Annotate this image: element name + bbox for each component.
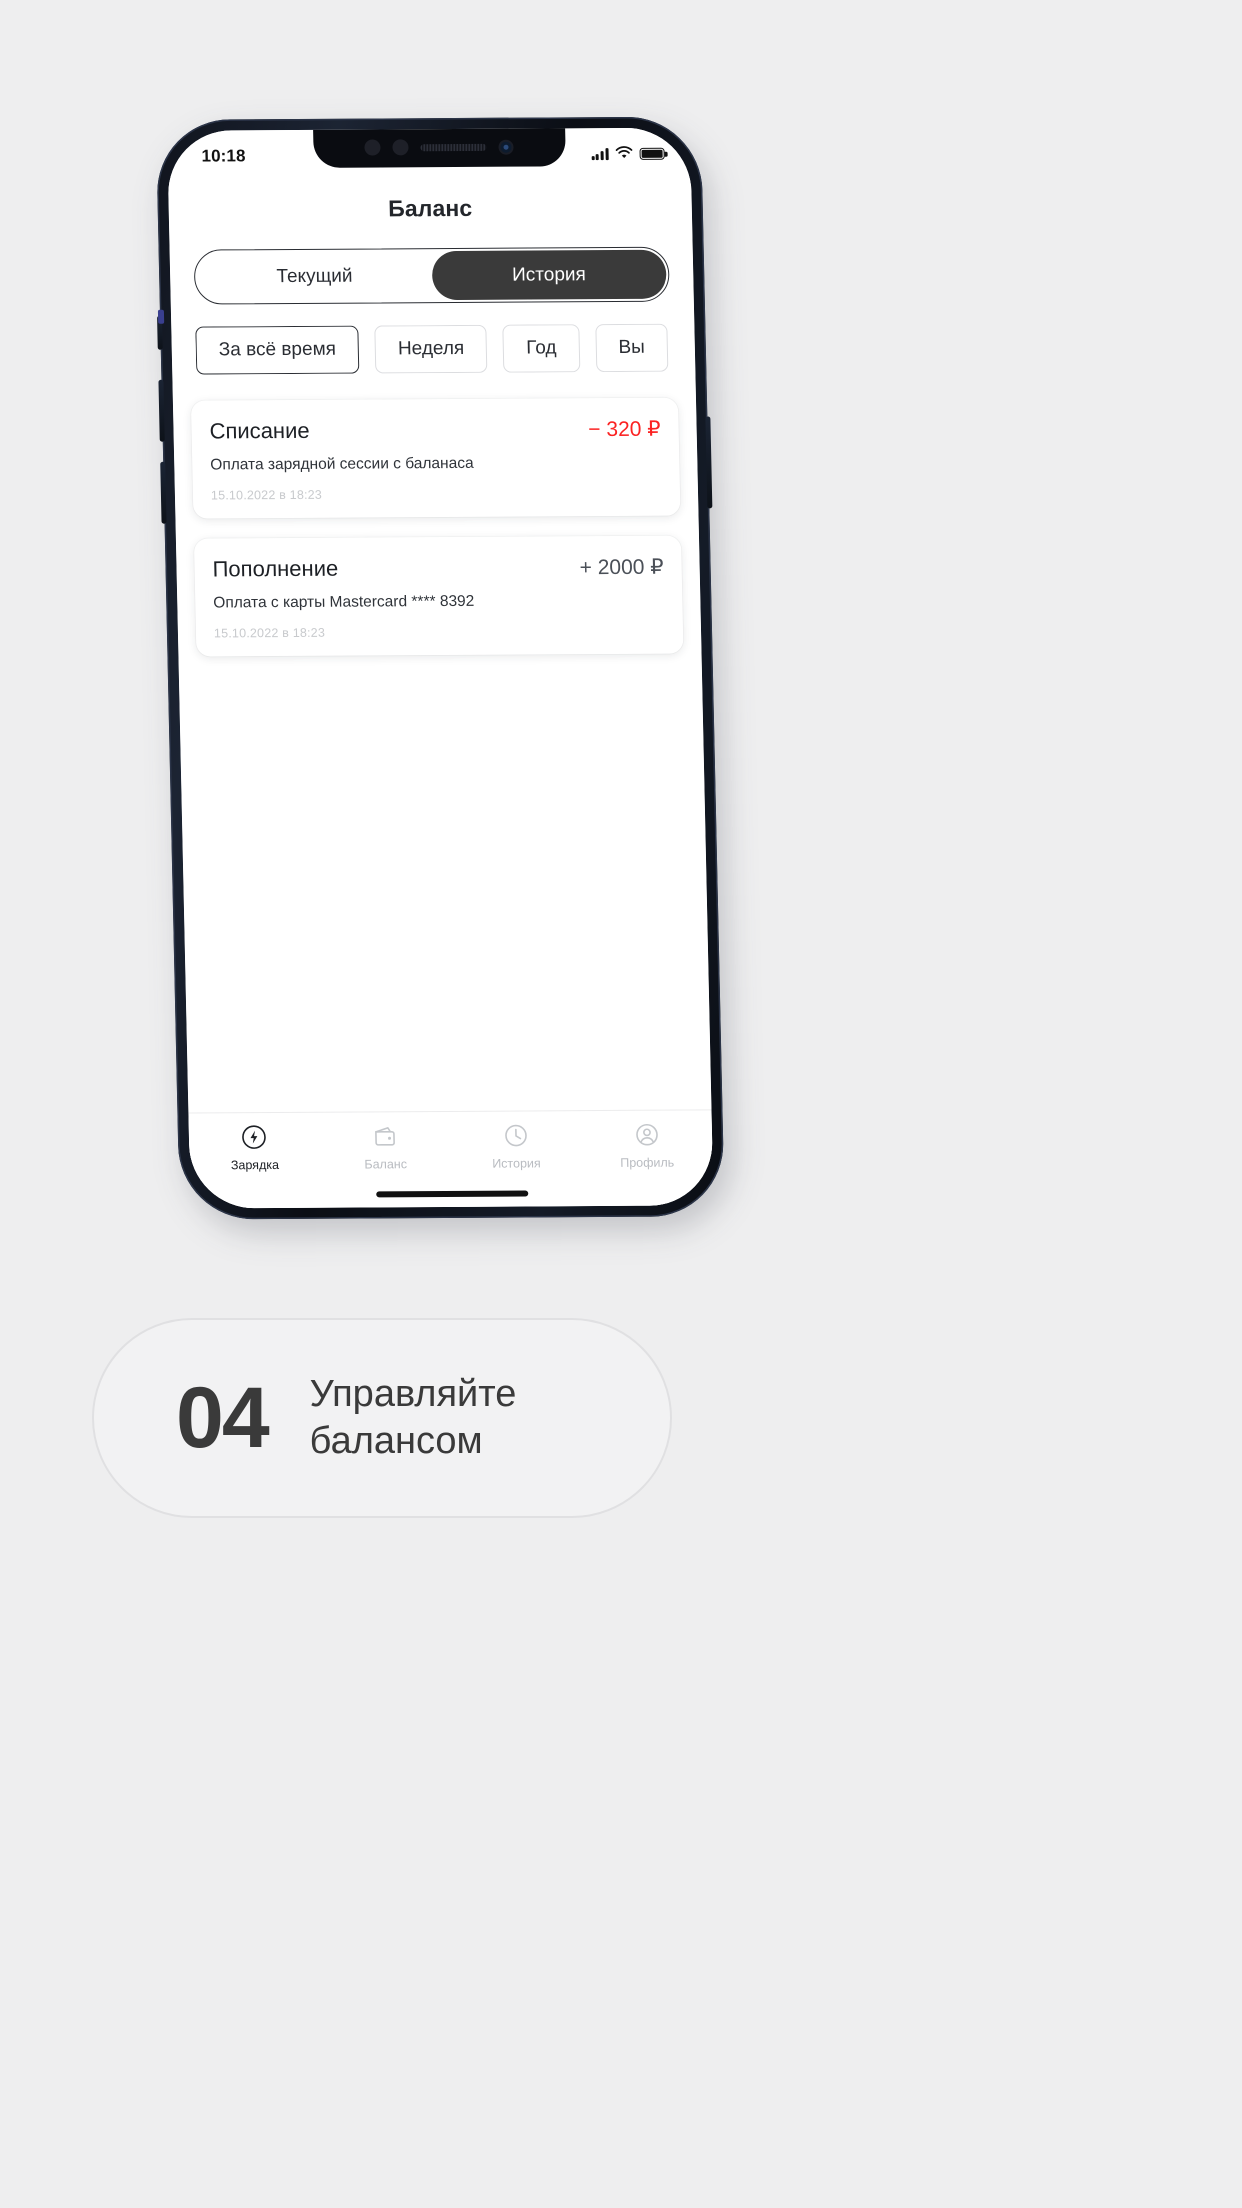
tab-history[interactable]: История [450, 1121, 582, 1171]
phone-screen: 10:18 Баланс Текущий История За всё врем… [166, 127, 714, 1209]
transaction-amount: + 2000 ₽ [579, 555, 664, 580]
tab-label: История [492, 1156, 541, 1171]
filter-chip-week[interactable]: Неделя [374, 324, 488, 374]
transaction-amount: − 320 ₽ [588, 417, 661, 442]
status-indicators [591, 144, 665, 164]
phone-mockup: 10:18 Баланс Текущий История За всё врем… [155, 116, 740, 1239]
caption-text: Управляйте балансом [309, 1372, 517, 1463]
period-filter-row[interactable]: За всё время Неделя Год Вы [195, 323, 695, 375]
tab-profile[interactable]: Профиль [581, 1120, 713, 1170]
volume-up-button[interactable] [158, 379, 165, 442]
transaction-description: Оплата с карты Mastercard **** 8392 [213, 592, 475, 612]
wifi-icon [615, 144, 633, 164]
filter-chip-year[interactable]: Год [502, 324, 581, 373]
volume-down-button[interactable] [160, 461, 167, 524]
person-profile-icon [632, 1121, 661, 1149]
transaction-date: 15.10.2022 в 18:23 [213, 625, 326, 641]
transaction-header: Пополнение + 2000 ₽ [212, 554, 664, 583]
segment-history[interactable]: История [431, 249, 667, 301]
home-indicator[interactable] [375, 1190, 528, 1198]
transaction-description: Оплата зарядной сессии с баланаса [210, 454, 474, 474]
segment-current[interactable]: Текущий [197, 251, 433, 301]
filter-chip-custom[interactable]: Вы [595, 323, 669, 373]
transaction-title: Списание [209, 417, 310, 444]
battery-icon [639, 147, 665, 161]
tab-label: Зарядка [230, 1157, 280, 1173]
tab-label: Баланс [364, 1157, 408, 1172]
status-bar: 10:18 [167, 128, 691, 175]
tab-label: Профиль [620, 1155, 675, 1170]
phone-frame-accent [157, 309, 165, 324]
phone-body: 10:18 Баланс Текущий История За всё врем… [155, 116, 725, 1220]
charging-bolt-icon [240, 1123, 269, 1151]
transaction-header: Списание − 320 ₽ [209, 416, 661, 445]
table-row[interactable]: Пополнение + 2000 ₽ Оплата с карты Maste… [193, 535, 684, 657]
app-content: Баланс Текущий История За всё время Неде… [166, 127, 714, 1209]
clock-history-icon [502, 1121, 531, 1149]
tab-balance[interactable]: Баланс [319, 1122, 451, 1172]
status-time: 10:18 [201, 146, 246, 166]
page-title: Баланс [387, 194, 473, 222]
balance-view-segmented-control[interactable]: Текущий История [193, 246, 670, 305]
transaction-date: 15.10.2022 в 18:23 [210, 487, 323, 503]
tab-charging[interactable]: Зарядка [189, 1123, 321, 1173]
wallet-icon [371, 1122, 400, 1150]
caption-pill: 04 Управляйте балансом [92, 1318, 672, 1518]
caption-step-number: 04 [176, 1370, 270, 1466]
screenshot-canvas: 10:18 Баланс Текущий История За всё врем… [0, 0, 1242, 2208]
table-row[interactable]: Списание − 320 ₽ Оплата зарядной сессии … [190, 397, 681, 519]
cellular-signal-icon [591, 148, 609, 161]
filter-chip-all-time[interactable]: За всё время [195, 325, 360, 375]
transaction-title: Пополнение [212, 555, 339, 582]
transaction-list: Списание − 320 ₽ Оплата зарядной сессии … [190, 397, 694, 1113]
